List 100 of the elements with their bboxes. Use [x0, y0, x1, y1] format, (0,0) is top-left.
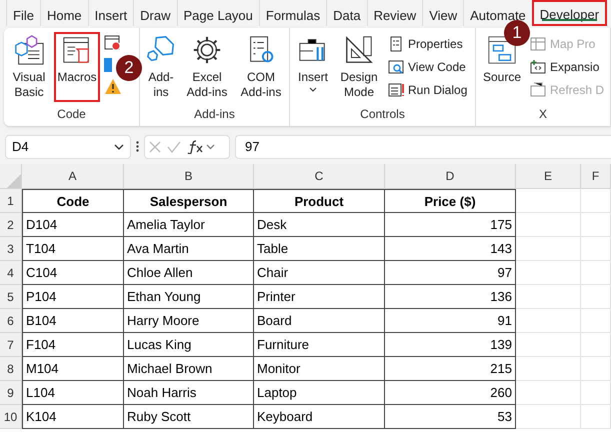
column-heading: Code: [22, 189, 124, 213]
ribbon-button[interactable]: COM Add-ins: [236, 32, 286, 102]
group-label: Code: [57, 107, 86, 123]
table-cell: 53: [385, 405, 516, 429]
table-cell: 143: [385, 237, 516, 261]
row-header[interactable]: 3: [0, 237, 22, 261]
ribbon-tab[interactable]: Review: [366, 0, 422, 26]
empty-cell[interactable]: [516, 213, 581, 237]
table-cell: 175: [385, 213, 516, 237]
table-cell: Chair: [254, 261, 385, 285]
row-header[interactable]: 10: [0, 405, 22, 429]
ribbon-tab[interactable]: Home: [40, 0, 88, 26]
ribbon-tab[interactable]: Data: [326, 0, 367, 26]
ribbon-tab[interactable]: Draw: [133, 0, 176, 26]
empty-cell[interactable]: [581, 381, 611, 405]
ribbon-small-button[interactable]: Expansio: [528, 57, 606, 77]
record-icon[interactable]: [104, 34, 122, 52]
ribbon-tab[interactable]: Insert: [88, 0, 134, 26]
ribbon-small-button[interactable]: Properties: [386, 34, 470, 54]
row-header[interactable]: 7: [0, 333, 22, 357]
table-cell: Noah Harris: [124, 381, 254, 405]
row-header[interactable]: 4: [0, 261, 22, 285]
empty-cell[interactable]: [516, 237, 581, 261]
empty-cell[interactable]: [581, 189, 611, 213]
ribbon-small-button[interactable]: View Code: [386, 57, 470, 77]
enter-icon[interactable]: [167, 140, 181, 152]
row-header[interactable]: 6: [0, 309, 22, 333]
ribbon-tab[interactable]: Page Layou: [176, 0, 259, 26]
ribbon-tab[interactable]: Formulas: [258, 0, 326, 26]
more-options-icon[interactable]: [136, 141, 139, 152]
empty-cell[interactable]: [581, 237, 611, 261]
column-heading: Salesperson: [124, 189, 254, 213]
empty-cell[interactable]: [516, 261, 581, 285]
group-label: X: [539, 107, 548, 123]
table-cell: F104: [22, 333, 124, 357]
empty-cell[interactable]: [516, 189, 581, 213]
chevron-down-icon: [114, 144, 124, 150]
empty-cell[interactable]: [581, 285, 611, 309]
empty-cell[interactable]: [516, 285, 581, 309]
row-header[interactable]: 2: [0, 213, 22, 237]
insert-function-icon[interactable]: [187, 140, 217, 154]
ribbon-small-button[interactable]: Run Dialog: [386, 80, 470, 100]
group-label: Add-ins: [194, 107, 235, 123]
empty-cell[interactable]: [581, 213, 611, 237]
table-cell: 91: [385, 309, 516, 333]
row-header[interactable]: 1: [0, 189, 22, 213]
ribbon-button[interactable]: Visual Basic: [8, 32, 50, 102]
table-cell: C104: [22, 261, 124, 285]
ribbon-button[interactable]: Add-ins: [144, 32, 178, 102]
formula-input[interactable]: 97: [235, 134, 611, 158]
column-heading: Price ($): [385, 189, 516, 213]
empty-cell[interactable]: [581, 309, 611, 333]
empty-cell[interactable]: [581, 333, 611, 357]
empty-cell[interactable]: [581, 261, 611, 285]
empty-cell[interactable]: [516, 357, 581, 381]
ribbon-button[interactable]: Macros: [54, 32, 100, 102]
row-header[interactable]: 8: [0, 357, 22, 381]
table-cell: Table: [254, 237, 385, 261]
empty-cell[interactable]: [516, 381, 581, 405]
empty-cell[interactable]: [516, 405, 581, 429]
column-header[interactable]: C: [254, 164, 385, 189]
row-header[interactable]: 5: [0, 285, 22, 309]
ribbon-button[interactable]: Excel Add-ins: [182, 32, 232, 102]
ribbon-tab[interactable]: View: [422, 0, 464, 26]
column-header[interactable]: A: [22, 164, 124, 189]
table-cell: Chloe Allen: [124, 261, 254, 285]
table-cell: K104: [22, 405, 124, 429]
table-cell: Michael Brown: [124, 357, 254, 381]
warning-icon[interactable]: [104, 78, 122, 96]
ribbon-button[interactable]: Insert: [294, 32, 332, 94]
row-header[interactable]: 9: [0, 381, 22, 405]
empty-cell[interactable]: [516, 333, 581, 357]
table-cell: B104: [22, 309, 124, 333]
refresh-data-icon: [530, 82, 546, 98]
properties-icon: [388, 36, 404, 52]
table-cell: 260: [385, 381, 516, 405]
table-cell: 97: [385, 261, 516, 285]
table-cell: Amelia Taylor: [124, 213, 254, 237]
map-table-icon: [530, 36, 546, 52]
empty-cell[interactable]: [581, 405, 611, 429]
table-cell: 139: [385, 333, 516, 357]
table-cell: T104: [22, 237, 124, 261]
column-header[interactable]: B: [124, 164, 254, 189]
cancel-icon[interactable]: [149, 140, 161, 152]
empty-cell[interactable]: [581, 357, 611, 381]
empty-cell[interactable]: [516, 309, 581, 333]
ribbon-button[interactable]: Design Mode: [336, 32, 382, 102]
column-header[interactable]: D: [385, 164, 516, 189]
ribbon-tab[interactable]: Developer: [532, 0, 608, 26]
column-header[interactable]: F: [581, 164, 611, 189]
name-box[interactable]: D4: [5, 134, 131, 158]
column-header[interactable]: E: [516, 164, 581, 189]
table-cell: 215: [385, 357, 516, 381]
table-cell: Board: [254, 309, 385, 333]
table-cell: Ruby Scott: [124, 405, 254, 429]
ribbon-tab[interactable]: File: [6, 0, 40, 26]
table-cell: Furniture: [254, 333, 385, 357]
step-badge: 2: [116, 55, 142, 81]
table-cell: Laptop: [254, 381, 385, 405]
table-cell: Ethan Young: [124, 285, 254, 309]
